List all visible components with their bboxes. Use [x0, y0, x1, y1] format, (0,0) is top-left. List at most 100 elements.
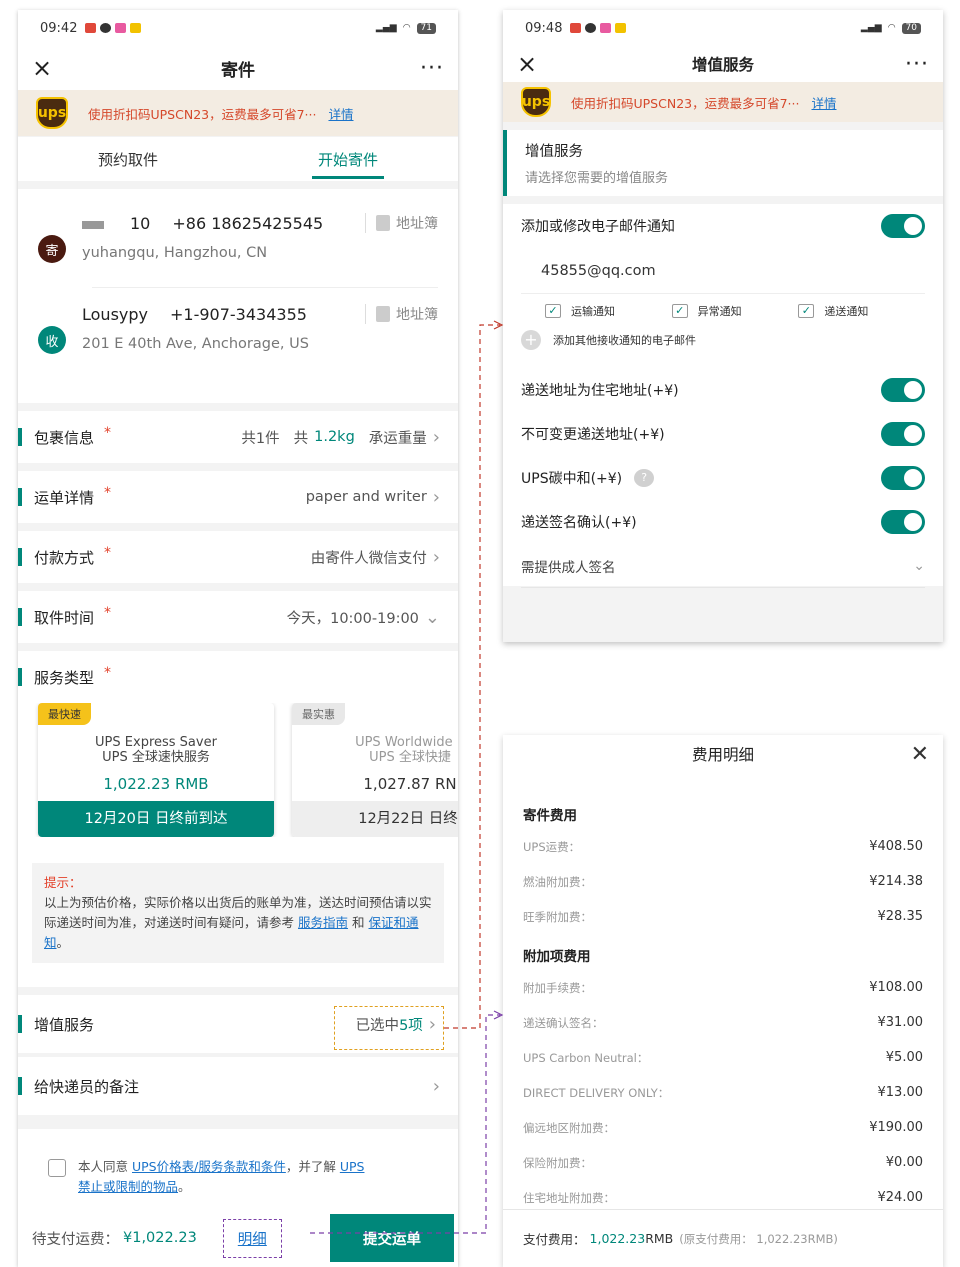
tip-end: 。 — [56, 935, 70, 950]
ups-link[interactable]: UPS — [340, 1159, 365, 1174]
email-notice-toggle[interactable] — [881, 214, 925, 238]
fee-name: 住宅地址附加费： — [523, 1190, 615, 1205]
row-marker — [18, 668, 22, 686]
row-label: 取件时间 — [34, 608, 95, 627]
service-card-express-saver[interactable]: 最快速 UPS Express Saver UPS 全球速快服务 1,022.2… — [38, 703, 274, 837]
wifi-icon: ◠ — [887, 23, 896, 33]
more-icon[interactable]: ··· — [905, 52, 929, 77]
more-icon[interactable]: ··· — [420, 56, 444, 81]
email-field[interactable]: 45855@qq.com — [521, 248, 925, 294]
signature-type-value: 需提供成人签名 — [521, 559, 616, 576]
arrow-detail — [493, 1010, 504, 1020]
address-card: 寄 10 +86 18625425545 yuhangqu, Hangzhou,… — [18, 189, 458, 403]
sender-location: yuhangqu, Hangzhou, CN — [82, 245, 268, 261]
fee-name: 燃油附加费： — [523, 874, 592, 889]
value-added-row[interactable]: 增值服务 已选中 5项 › — [18, 995, 458, 1053]
vas-section-header: 增值服务 请选择您需要的增值服务 — [503, 130, 943, 196]
agree-checkbox[interactable] — [48, 1159, 66, 1177]
required-mark: * — [104, 425, 112, 441]
waybill-row[interactable]: 运单详情 * paper and writer › — [18, 471, 458, 523]
fee-name: UPS Carbon Neutral： — [523, 1050, 649, 1065]
fee-detail-sheet: 费用明细 ✕ 寄件费用 UPS运费： ¥408.50 燃油附加费： ¥214.38 … — [503, 735, 943, 1267]
terms-link[interactable]: UPS价格表/服务条款和条件 — [132, 1159, 286, 1174]
courier-note-row[interactable]: 给快递员的备注 › — [18, 1057, 458, 1115]
receiver-address-book[interactable]: 地址簿 — [365, 304, 438, 324]
waybill-value: paper and writer — [305, 489, 427, 505]
signal-icon: ▂▄▆ — [860, 23, 882, 33]
sender-address[interactable]: 寄 10 +86 18625425545 yuhangqu, Hangzhou,… — [18, 189, 458, 288]
check-label: 异常通知 — [697, 305, 742, 318]
fee-value: ¥108.00 — [869, 980, 923, 995]
fee-value: ¥214.38 — [869, 874, 923, 889]
fee-item: UPS Carbon Neutral： ¥5.00 — [523, 1040, 923, 1075]
service-guide-link[interactable]: 服务指南 — [298, 915, 348, 930]
redacted-block — [82, 221, 104, 229]
battery-icon: 70 — [901, 22, 921, 34]
add-email-row[interactable]: + 添加其他接收通知的电子邮件 — [521, 328, 925, 352]
receiver-address[interactable]: 收 Lousypy +1-907-3434355 201 E 40th Ave,… — [18, 288, 458, 354]
check-shipping[interactable]: ✓ 运输通知 — [545, 303, 672, 319]
row-marker — [18, 548, 22, 566]
close-icon[interactable]: × — [32, 54, 62, 82]
fee-detail-link[interactable]: 明细 — [222, 1218, 282, 1258]
fixed-address-toggle[interactable] — [881, 422, 925, 446]
agree-text: 本人同意 — [78, 1159, 129, 1174]
status-time: 09:42 — [40, 20, 78, 36]
value-added-screen: 09:48 ▂▄▆ ◠ 70 × 增值服务 ··· ups 使用折扣码UPSCN… — [503, 10, 943, 642]
check-exception[interactable]: ✓ 异常通知 — [671, 303, 799, 319]
row-marker — [18, 428, 22, 446]
signature-toggle[interactable] — [881, 510, 925, 534]
chevron-down-icon: ⌄ — [424, 606, 440, 628]
row-label: 给快递员的备注 — [34, 1077, 140, 1096]
app-icon — [615, 23, 627, 33]
submit-button[interactable]: 提交运单 — [330, 1214, 454, 1262]
service-card-worldwide[interactable]: 最实惠 UPS Worldwide E UPS 全球快捷 1,027.87 RN… — [292, 703, 458, 837]
pickup-time-row[interactable]: 取件时间 * 今天，10:00-19:00 ⌄ — [18, 591, 458, 643]
plus-icon: + — [521, 330, 541, 350]
message-icon — [585, 23, 597, 33]
fee-name: UPS运费： — [523, 839, 581, 854]
email-notice-row: 添加或修改电子邮件通知 — [521, 204, 925, 248]
pay-original: (原支付费用： 1,022.23RMB) — [679, 1231, 838, 1246]
signature-type-select[interactable]: 需提供成人签名 ⌄ — [521, 544, 925, 588]
app-icon — [600, 23, 612, 33]
tab-start-shipping[interactable]: 开始寄件 — [238, 137, 458, 181]
notification-icon — [570, 23, 582, 33]
fee-value: ¥31.00 — [877, 1015, 924, 1030]
send-screen: 09:42 ▂▄▆ ◠ 71 × 寄件 ··· ups 使用折扣码UPSCN23… — [18, 10, 458, 1267]
fee-value: ¥24.00 — [877, 1190, 924, 1205]
tab-schedule-pickup[interactable]: 预约取件 — [18, 137, 238, 181]
question-icon[interactable]: ? — [634, 469, 655, 487]
fee-value: ¥408.50 — [869, 839, 923, 854]
fee-group-title: 附加项费用 — [523, 949, 591, 965]
ups-logo: ups — [521, 87, 551, 117]
promo-detail-link[interactable]: 详情 — [328, 104, 353, 123]
fee-item: 偏远地区附加费： ¥190.00 — [523, 1110, 923, 1145]
pickup-value: 今天，10:00-19:00 — [286, 610, 419, 627]
address-book-icon — [376, 306, 390, 322]
receiver-phone: +1-907-3434355 — [170, 304, 307, 324]
package-weight: 1.2kg — [314, 429, 355, 445]
status-bar: 09:42 ▂▄▆ ◠ 71 — [18, 10, 458, 46]
fee-group-title: 寄件费用 — [523, 808, 577, 824]
check-delivery[interactable]: ✓ 递送通知 — [798, 303, 925, 319]
close-icon[interactable]: × — [517, 50, 547, 78]
receiver-name: Lousypy — [82, 304, 148, 324]
sender-address-book[interactable]: 地址簿 — [365, 213, 438, 233]
section-title: 增值服务 — [525, 144, 583, 160]
page-title: 寄件 — [221, 60, 255, 81]
package-info-row[interactable]: 包裹信息 * 共1件 共 1.2kg 承运重量 › — [18, 411, 458, 463]
prohibited-items-link[interactable]: 禁止或限制的物品 — [78, 1179, 178, 1194]
row-marker — [18, 1015, 22, 1033]
carbon-neutral-toggle[interactable] — [881, 466, 925, 490]
vas-selected-count: 5项 — [399, 1017, 423, 1034]
fee-value: ¥28.35 — [877, 909, 924, 924]
fee-item: 保险附加费： ¥0.00 — [523, 1145, 923, 1180]
fee-item: UPS运费： ¥408.50 — [523, 829, 923, 864]
payment-row[interactable]: 付款方式 * 由寄件人微信支付 › — [18, 531, 458, 583]
promo-detail-link[interactable]: 详情 — [811, 93, 836, 112]
residential-toggle[interactable] — [881, 378, 925, 402]
page-title: 增值服务 — [691, 56, 754, 74]
sheet-title: 费用明细 — [691, 746, 754, 764]
close-icon[interactable]: ✕ — [911, 742, 929, 767]
